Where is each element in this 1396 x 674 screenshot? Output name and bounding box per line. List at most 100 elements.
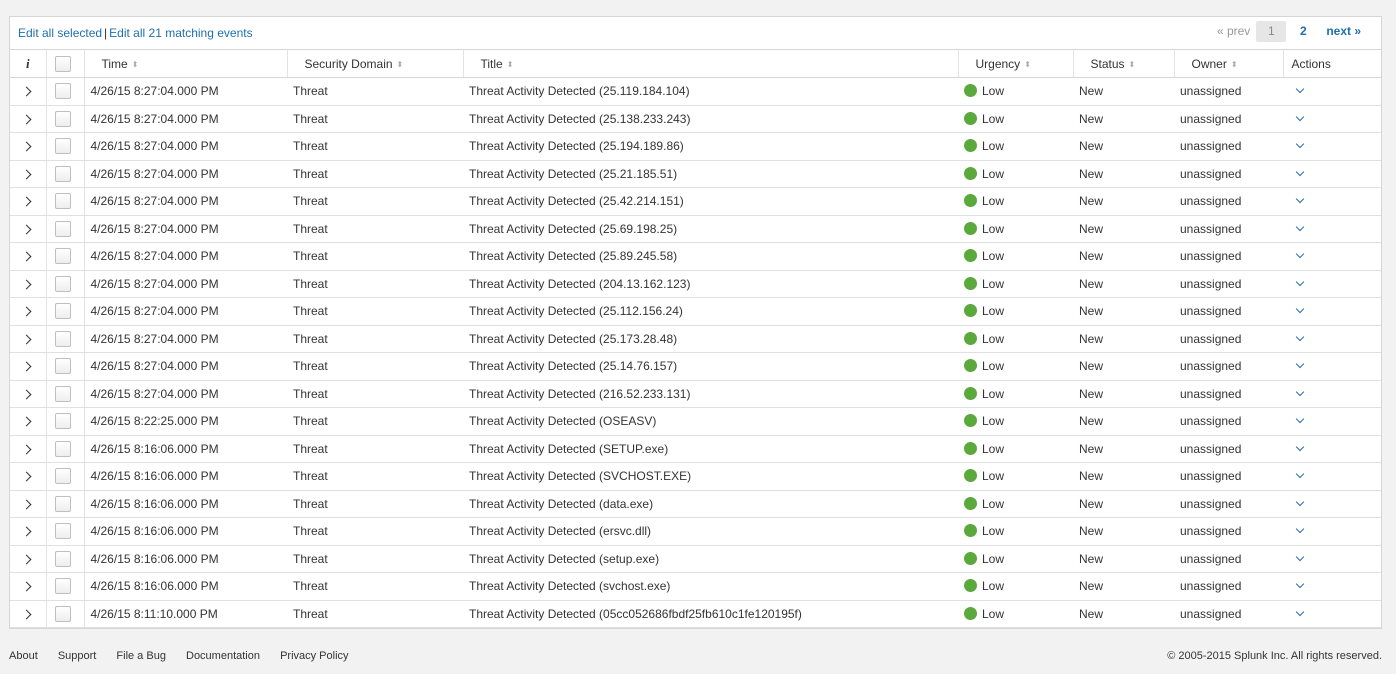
title-cell: Threat Activity Detected (setup.exe)	[463, 545, 958, 573]
row-checkbox[interactable]	[54, 358, 71, 375]
time-column-header[interactable]: Time ⬍	[84, 49, 288, 78]
row-checkbox[interactable]	[54, 385, 71, 402]
row-expand-toggle[interactable]	[10, 572, 47, 601]
status-cell: New	[1073, 215, 1174, 243]
row-checkbox[interactable]	[54, 523, 71, 540]
actions-dropdown-chevron-icon[interactable]	[1295, 195, 1305, 204]
row-checkbox[interactable]	[54, 165, 71, 182]
row-expand-toggle[interactable]	[10, 380, 47, 408]
row-checkbox[interactable]	[54, 220, 71, 237]
owner-cell: unassigned	[1174, 297, 1283, 326]
row-checkbox[interactable]	[54, 495, 71, 512]
row-expand-toggle[interactable]	[10, 297, 47, 326]
row-checkbox[interactable]	[54, 605, 71, 622]
info-column-header: i	[10, 49, 47, 78]
row-checkbox[interactable]	[54, 550, 71, 567]
actions-dropdown-chevron-icon[interactable]	[1295, 250, 1305, 259]
row-expand-toggle[interactable]	[10, 132, 47, 161]
footer-privacy-link[interactable]: Privacy Policy	[280, 650, 348, 662]
title-column-header[interactable]: Title ⬍	[463, 49, 959, 78]
actions-dropdown-chevron-icon[interactable]	[1295, 442, 1305, 451]
title-cell: Threat Activity Detected (204.13.162.123…	[463, 270, 958, 298]
next-page-link[interactable]: next »	[1326, 24, 1361, 38]
actions-dropdown-chevron-icon[interactable]	[1295, 305, 1305, 314]
page-2-link[interactable]: 2	[1288, 21, 1318, 42]
row-checkbox[interactable]	[54, 440, 71, 457]
row-expand-toggle[interactable]	[10, 517, 47, 546]
actions-dropdown-chevron-icon[interactable]	[1295, 607, 1305, 616]
actions-dropdown-chevron-icon[interactable]	[1295, 332, 1305, 341]
row-expand-toggle[interactable]	[10, 407, 47, 436]
urgency-column-header[interactable]: Urgency ⬍	[958, 49, 1074, 78]
actions-dropdown-chevron-icon[interactable]	[1295, 360, 1305, 369]
actions-dropdown-chevron-icon[interactable]	[1295, 85, 1305, 94]
actions-dropdown-chevron-icon[interactable]	[1295, 415, 1305, 424]
actions-dropdown-chevron-icon[interactable]	[1295, 470, 1305, 479]
footer-documentation-link[interactable]: Documentation	[186, 650, 260, 662]
chevron-right-icon	[21, 416, 32, 427]
actions-dropdown-chevron-icon[interactable]	[1295, 167, 1305, 176]
row-expand-toggle[interactable]	[10, 187, 47, 216]
actions-dropdown-chevron-icon[interactable]	[1295, 525, 1305, 534]
title-header-label: Title	[480, 56, 503, 71]
time-cell: 4/26/15 8:27:04.000 PM	[84, 77, 287, 106]
row-expand-toggle[interactable]	[10, 462, 47, 491]
row-expand-toggle[interactable]	[10, 160, 47, 188]
prev-page-link[interactable]: « prev	[1217, 24, 1250, 38]
owner-cell: unassigned	[1174, 242, 1283, 271]
row-expand-toggle[interactable]	[10, 545, 47, 573]
status-cell: New	[1073, 545, 1174, 573]
title-cell: Threat Activity Detected (25.14.76.157)	[463, 352, 958, 381]
row-checkbox[interactable]	[54, 578, 71, 595]
row-expand-toggle[interactable]	[10, 77, 47, 106]
row-expand-toggle[interactable]	[10, 270, 47, 298]
row-expand-toggle[interactable]	[10, 325, 47, 353]
chevron-right-icon	[21, 526, 32, 537]
row-checkbox[interactable]	[54, 248, 71, 265]
edit-all-selected-link[interactable]: Edit all selected	[18, 26, 102, 40]
row-expand-toggle[interactable]	[10, 105, 47, 133]
row-expand-toggle[interactable]	[10, 600, 47, 628]
actions-dropdown-chevron-icon[interactable]	[1295, 140, 1305, 149]
footer-file-bug-link[interactable]: File a Bug	[116, 650, 166, 662]
row-expand-toggle[interactable]	[10, 242, 47, 271]
row-expand-toggle[interactable]	[10, 215, 47, 243]
row-checkbox[interactable]	[54, 83, 71, 100]
security-domain-cell: Threat	[287, 325, 463, 353]
actions-dropdown-chevron-icon[interactable]	[1295, 277, 1305, 286]
row-checkbox[interactable]	[54, 193, 71, 210]
chevron-right-icon	[21, 444, 32, 455]
row-checkbox[interactable]	[54, 303, 71, 320]
footer-support-link[interactable]: Support	[58, 650, 97, 662]
row-checkbox[interactable]	[54, 110, 71, 127]
actions-dropdown-chevron-icon[interactable]	[1295, 387, 1305, 396]
status-column-header[interactable]: Status ⬍	[1073, 49, 1175, 78]
urgency-low-icon	[964, 579, 977, 593]
urgency-cell: Low	[958, 132, 1073, 161]
row-checkbox[interactable]	[54, 468, 71, 485]
row-checkbox[interactable]	[54, 413, 71, 430]
security-domain-cell: Threat	[287, 435, 463, 463]
title-cell: Threat Activity Detected (25.69.198.25)	[463, 215, 958, 243]
actions-dropdown-chevron-icon[interactable]	[1295, 580, 1305, 589]
row-expand-toggle[interactable]	[10, 490, 47, 518]
owner-cell: unassigned	[1174, 572, 1283, 601]
row-checkbox[interactable]	[54, 138, 71, 155]
actions-dropdown-chevron-icon[interactable]	[1295, 222, 1305, 231]
footer-about-link[interactable]: About	[9, 650, 38, 662]
status-cell: New	[1073, 572, 1174, 601]
select-all-checkbox[interactable]	[54, 55, 71, 72]
row-checkbox[interactable]	[54, 275, 71, 292]
urgency-cell: Low	[958, 462, 1073, 491]
edit-all-matching-link[interactable]: Edit all 21 matching events	[109, 26, 252, 40]
actions-dropdown-chevron-icon[interactable]	[1295, 552, 1305, 561]
row-expand-toggle[interactable]	[10, 352, 47, 381]
row-checkbox[interactable]	[54, 330, 71, 347]
table-row: 4/26/15 8:11:10.000 PM Threat Threat Activ…	[10, 600, 1381, 628]
security-domain-column-header[interactable]: Security Domain ⬍	[287, 49, 464, 78]
row-expand-toggle[interactable]	[10, 435, 47, 463]
table-row: 4/26/15 8:16:06.000 PM Threat Threat Activ…	[10, 490, 1381, 518]
owner-column-header[interactable]: Owner ⬍	[1174, 49, 1284, 78]
actions-dropdown-chevron-icon[interactable]	[1295, 112, 1305, 121]
actions-dropdown-chevron-icon[interactable]	[1295, 497, 1305, 506]
